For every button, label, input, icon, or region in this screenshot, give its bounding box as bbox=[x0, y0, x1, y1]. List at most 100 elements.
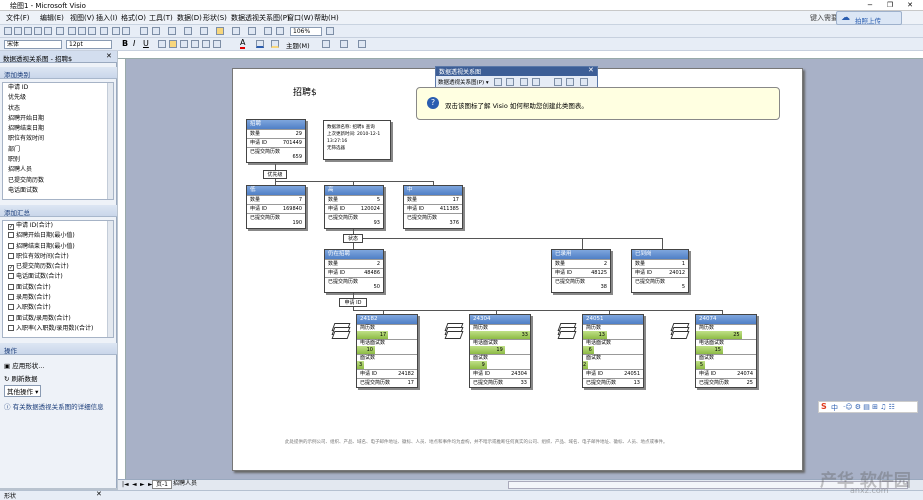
help-balloon[interactable]: ? 双击该图标了解 Visio 如何帮助您创建此类图表。 bbox=[416, 87, 780, 120]
checkbox[interactable] bbox=[8, 294, 14, 301]
connector-icon[interactable] bbox=[184, 27, 192, 35]
list-item[interactable]: 入职数(合计) bbox=[3, 303, 113, 313]
prev-page-button[interactable]: ◄ bbox=[132, 481, 137, 488]
redo-icon[interactable] bbox=[122, 27, 130, 35]
spell-icon[interactable] bbox=[56, 27, 64, 35]
rotate-icon[interactable] bbox=[264, 27, 272, 35]
apply-shape-link[interactable]: ▣ 应用形状... bbox=[4, 360, 44, 370]
grid-icon[interactable] bbox=[532, 78, 540, 86]
list-item[interactable]: 职别 bbox=[3, 155, 113, 165]
node-onboarded[interactable]: 已到岗 数量 1 申请 ID 24012 已提交简历数 5 bbox=[631, 249, 689, 293]
minimize-button[interactable]: − bbox=[860, 0, 880, 10]
print-icon[interactable] bbox=[34, 27, 42, 35]
status-close-icon[interactable]: ✕ bbox=[96, 490, 102, 498]
photo-upload-button[interactable]: ☁ 拍照上传 bbox=[836, 11, 902, 25]
hyperlink-icon[interactable] bbox=[140, 27, 148, 35]
cut-icon[interactable] bbox=[68, 27, 76, 35]
checkbox[interactable] bbox=[8, 242, 14, 249]
line-tool-icon[interactable] bbox=[232, 27, 240, 35]
list-item[interactable]: 招聘结束日期(最小值) bbox=[3, 242, 113, 252]
align-left-icon[interactable] bbox=[158, 40, 166, 48]
pivot-toolbar-close-icon[interactable]: ✕ bbox=[588, 66, 594, 74]
node-hired[interactable]: 已录用 数量 2 申请 ID 48125 已提交简历数 38 bbox=[551, 249, 611, 293]
checkbox[interactable] bbox=[8, 314, 14, 321]
text-tool-icon[interactable] bbox=[200, 27, 208, 35]
root-node[interactable]: 招聘 数量 29 申请 ID 701449 已提交简历数 659 bbox=[246, 119, 306, 163]
menu-help[interactable]: 帮助(H) bbox=[314, 13, 339, 23]
more-info-link[interactable]: ⓘ 有关数据透视关系图的详细信息 bbox=[4, 401, 104, 411]
move-left-icon[interactable] bbox=[506, 78, 514, 86]
layout-icon[interactable] bbox=[520, 78, 528, 86]
list-item[interactable]: 优先级 bbox=[3, 93, 113, 103]
leaf-node-2[interactable]: 24304 简历数 33 电话面试数 19 面试数 9 申请 ID 24304 已… bbox=[469, 314, 531, 388]
undo-icon[interactable] bbox=[112, 27, 120, 35]
merge-icon[interactable] bbox=[566, 78, 574, 86]
ime-mode[interactable]: 中 bbox=[831, 403, 838, 413]
menu-view[interactable]: 视图(V) bbox=[70, 13, 94, 23]
theme-button[interactable]: 主题(M) bbox=[286, 40, 310, 50]
open-icon[interactable] bbox=[14, 27, 22, 35]
first-page-button[interactable]: |◄ bbox=[122, 481, 129, 488]
underline-icon[interactable]: U bbox=[143, 39, 149, 48]
menu-file[interactable]: 文件(F) bbox=[6, 13, 30, 23]
italic-icon[interactable]: I bbox=[133, 39, 135, 48]
list-item[interactable]: 状态 bbox=[3, 104, 113, 114]
menu-data[interactable]: 数据(D) bbox=[177, 13, 202, 23]
checkbox[interactable] bbox=[8, 283, 14, 290]
checkbox[interactable] bbox=[8, 273, 14, 280]
list-item[interactable]: 录用数(合计) bbox=[3, 293, 113, 303]
indent-icon[interactable] bbox=[202, 40, 210, 48]
summary-scrollbar[interactable] bbox=[107, 221, 113, 337]
font-color-icon[interactable]: A bbox=[240, 38, 246, 49]
list-item[interactable]: 面试数(合计) bbox=[3, 283, 113, 293]
pivot-menu-button[interactable]: 数据透视关系图(P) ▾ bbox=[438, 78, 489, 86]
list-item[interactable]: 招聘结束日期 bbox=[3, 124, 113, 134]
line-weight-icon[interactable] bbox=[322, 40, 330, 48]
list-item[interactable]: 电话面试数 bbox=[3, 186, 113, 196]
other-ops-button[interactable]: 其他操作 ▾ bbox=[4, 385, 42, 397]
tab-page-1[interactable]: 页-1 bbox=[152, 480, 172, 489]
pointer-icon[interactable] bbox=[168, 27, 176, 35]
zoom-select[interactable]: 106% bbox=[290, 27, 322, 36]
align-right-icon[interactable] bbox=[180, 40, 188, 48]
menu-window[interactable]: 窗口(W) bbox=[287, 13, 313, 23]
close-button[interactable]: ✕ bbox=[900, 0, 920, 10]
sort-icon[interactable] bbox=[494, 78, 502, 86]
checkbox[interactable] bbox=[8, 324, 14, 331]
menu-edit[interactable]: 编辑(E) bbox=[40, 13, 64, 23]
preview-icon[interactable] bbox=[44, 27, 52, 35]
priority-label[interactable]: 优先级 bbox=[263, 170, 287, 179]
list-item[interactable]: 招聘开始日期(最小值) bbox=[3, 231, 113, 241]
help-icon[interactable] bbox=[326, 27, 334, 35]
leaf-node-4[interactable]: 24074 简历数 25 电话面试数 15 面试数 5 申请 ID 24074 已… bbox=[695, 314, 757, 388]
id-label[interactable]: 申请 ID bbox=[339, 298, 367, 307]
menu-shape[interactable]: 形状(S) bbox=[203, 13, 227, 23]
list-item[interactable]: 面试数/录用数(合计) bbox=[3, 314, 113, 324]
list-item[interactable]: 招聘人员 bbox=[3, 165, 113, 175]
drawing-page[interactable]: 招聘$ 数据源名称: 招聘$ 查询 上次更新时间: 2010-12-1 13:2… bbox=[232, 68, 803, 471]
pivot-floating-toolbar[interactable]: 数据透视关系图 ✕ 数据透视关系图(P) ▾ bbox=[435, 66, 598, 88]
justify-icon[interactable] bbox=[191, 40, 199, 48]
collapse-icon[interactable] bbox=[554, 78, 562, 86]
list-item[interactable]: ✓ 已提交简历数(合计) bbox=[3, 262, 113, 272]
horizontal-ruler[interactable] bbox=[118, 51, 923, 59]
pivot-toolbar-titlebar[interactable]: 数据透视关系图 ✕ bbox=[436, 66, 597, 76]
node-low[interactable]: 低 数量 7 申请 ID 169840 已提交简历数 190 bbox=[246, 185, 306, 229]
vertical-ruler[interactable] bbox=[118, 59, 126, 479]
copy-icon[interactable] bbox=[78, 27, 86, 35]
font-select[interactable]: 宋体 bbox=[4, 40, 62, 49]
font-size-select[interactable]: 12pt bbox=[66, 40, 112, 49]
line-ends-icon[interactable] bbox=[358, 40, 366, 48]
checkbox[interactable] bbox=[8, 304, 14, 311]
list-item[interactable]: 已提交简历数 bbox=[3, 176, 113, 186]
new-icon[interactable] bbox=[4, 27, 12, 35]
stencil-icon[interactable] bbox=[152, 27, 160, 35]
bullets-icon[interactable] bbox=[213, 40, 221, 48]
shape-tool-icon[interactable] bbox=[248, 27, 256, 35]
ime-toolbar[interactable]: S 中 ·☺ ⚙ ▤ ⊞ ♫ ☷ bbox=[818, 401, 918, 413]
node-medium[interactable]: 中 数量 17 申请 ID 411385 已提交简历数 376 bbox=[403, 185, 463, 229]
list-item[interactable]: 部门 bbox=[3, 145, 113, 155]
align-center-icon[interactable] bbox=[169, 40, 177, 48]
crop-icon[interactable] bbox=[276, 27, 284, 35]
checkbox[interactable]: ✓ bbox=[8, 265, 14, 272]
